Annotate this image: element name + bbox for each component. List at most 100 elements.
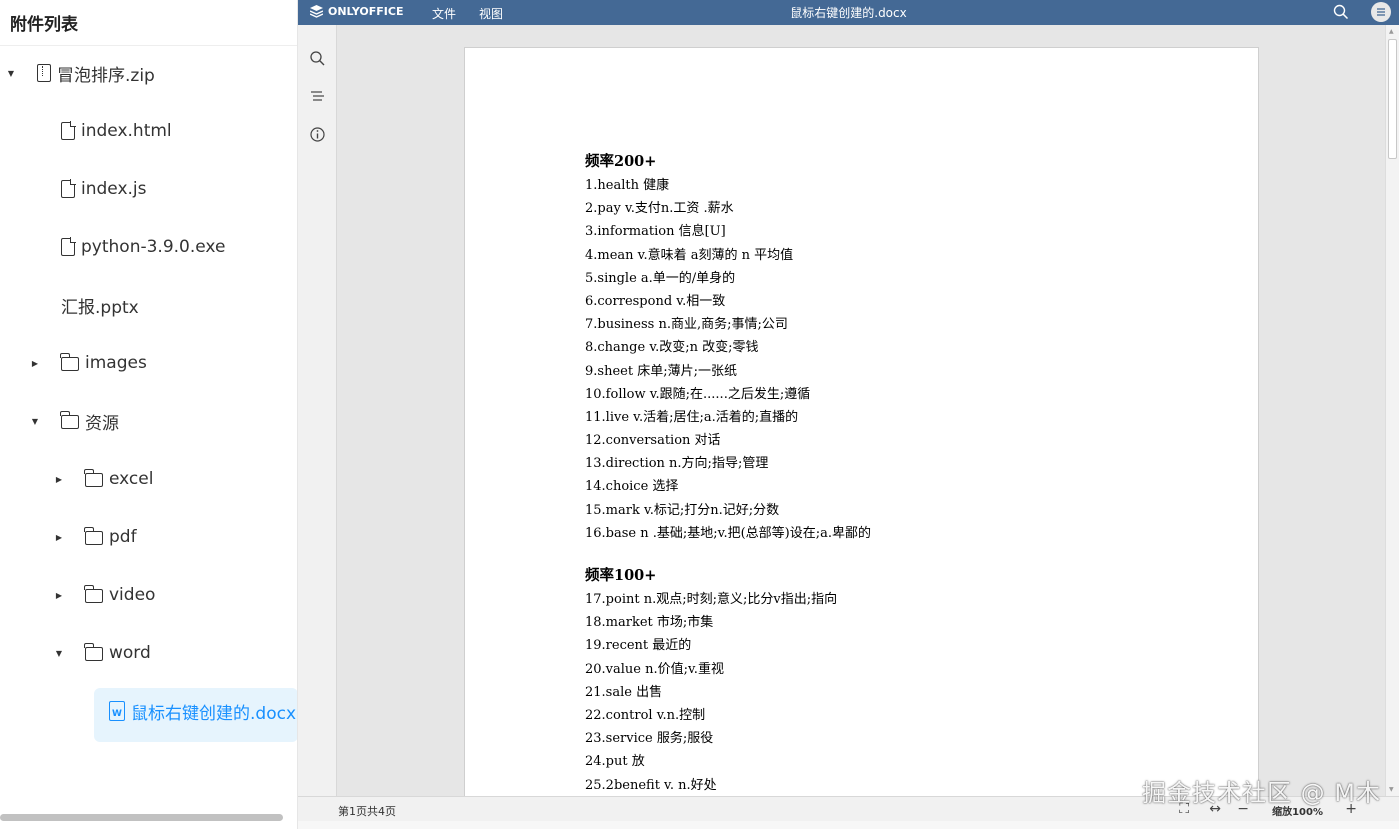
folder-icon: [60, 353, 79, 371]
tree-node: 汇报.pptx: [61, 293, 139, 318]
panel-divider: [0, 45, 297, 46]
zip-file-icon: [37, 64, 51, 82]
tree-node: W 鼠标右键创建的.docx: [109, 699, 296, 724]
doc-heading: 频率200+: [585, 153, 657, 170]
tree-folder[interactable]: ▼ 资源: [0, 398, 297, 444]
caret-spacer: [77, 705, 89, 717]
tree-node: excel: [84, 469, 154, 489]
tree-node: 资源: [60, 409, 119, 434]
tree-label: index.js: [81, 179, 147, 199]
word-file-icon: W: [109, 701, 125, 721]
tree-label: index.html: [81, 121, 172, 141]
doc-heading: 频率100+: [585, 567, 657, 584]
horizontal-scrollbar[interactable]: [0, 814, 283, 821]
caret-right-icon[interactable]: ▶: [53, 531, 65, 543]
scrollbar-thumb[interactable]: [1388, 39, 1397, 159]
vertical-scrollbar[interactable]: ▲ ▼: [1385, 25, 1399, 796]
scroll-up-icon[interactable]: ▲: [1389, 28, 1394, 35]
doc-line: 3.information 信息[U]: [585, 224, 726, 240]
file-icon: [61, 121, 76, 140]
tree-folder[interactable]: ▶ pdf: [0, 514, 297, 560]
search-icon[interactable]: [1333, 4, 1349, 20]
tree-label: pdf: [109, 527, 137, 547]
info-icon[interactable]: [309, 126, 326, 143]
tree-folder[interactable]: ▼ word: [0, 630, 297, 676]
panel-title: 附件列表: [10, 15, 78, 35]
tree-file[interactable]: index.js: [0, 166, 297, 212]
doc-line: 16.base n .基础;基地;v.把(总部等)设在;a.卑鄙的: [585, 525, 871, 541]
doc-line: 8.change v.改变;n 改变;零钱: [585, 340, 759, 356]
doc-line: 4.mean v.意味着 a刻薄的 n 平均值: [585, 247, 794, 263]
folder-icon: [60, 411, 79, 429]
doc-line: 25.2benefit v. n.好处: [585, 777, 717, 793]
caret-down-icon[interactable]: ▼: [53, 647, 65, 659]
doc-line: 1.health 健康: [585, 178, 670, 193]
caret-spacer: [29, 299, 41, 311]
doc-line: 6.correspond v.相一致: [585, 293, 726, 309]
tree-label: 资源: [85, 413, 119, 434]
page-content: 频率200+ 1.health 健康 2.pay v.支付n.工资 .薪水 3.inf…: [585, 149, 871, 796]
tree-label: 冒泡排序.zip: [57, 65, 155, 86]
page-count: 第1页共4页: [338, 805, 396, 818]
tree-label: 汇报.pptx: [61, 297, 139, 318]
tree-node: pdf: [84, 527, 137, 547]
tree-node: images: [60, 353, 147, 373]
folder-icon: [84, 469, 103, 487]
tree-node: index.js: [61, 179, 147, 199]
editor-header: ONLYOFFICE 文件 视图 鼠标右键创建的.docx: [298, 0, 1399, 25]
folder-icon: [84, 585, 103, 603]
doc-line: 9.sheet 床单;薄片;一张纸: [585, 363, 737, 379]
tree-folder[interactable]: ▶ images: [0, 340, 297, 386]
scroll-down-icon[interactable]: ▼: [1389, 786, 1394, 793]
navigation-icon[interactable]: [309, 88, 326, 105]
tree-label: images: [85, 353, 147, 373]
tree-folder[interactable]: ▶ excel: [0, 456, 297, 502]
document-page[interactable]: 频率200+ 1.health 健康 2.pay v.支付n.工资 .薪水 3.inf…: [464, 47, 1259, 796]
doc-line: 20.value n.价值;v.重视: [585, 661, 724, 677]
tree-folder[interactable]: ▶ video: [0, 572, 297, 618]
tree-node: 冒泡排序.zip: [37, 61, 155, 86]
caret-spacer: [29, 183, 41, 195]
tree-node: video: [84, 585, 156, 605]
tree-label: word: [109, 643, 151, 663]
doc-line: 12.conversation 对话: [585, 433, 721, 449]
doc-line: 23.service 服务;服役: [585, 731, 714, 747]
tree-node: python-3.9.0.exe: [61, 237, 225, 257]
caret-right-icon[interactable]: ▶: [53, 589, 65, 601]
tree-node: word: [84, 643, 151, 663]
doc-line: 22.control v.n.控制: [585, 707, 706, 723]
caret-right-icon[interactable]: ▶: [53, 473, 65, 485]
tree-file[interactable]: W 鼠标右键创建的.docx: [0, 688, 297, 742]
user-avatar[interactable]: [1371, 2, 1391, 22]
doc-line: 2.pay v.支付n.工资 .薪水: [585, 201, 734, 217]
tree-node: index.html: [61, 121, 172, 141]
tree-file[interactable]: python-3.9.0.exe: [0, 224, 297, 270]
folder-icon: [84, 527, 103, 545]
watermark: 掘金技术社区 @ M木: [1142, 779, 1381, 807]
tree-label: video: [109, 585, 156, 605]
left-toolbar: [298, 25, 337, 796]
doc-line: 17.point n.观点;时刻;意义;比分v指出;指向: [585, 592, 838, 607]
document-title: 鼠标右键创建的.docx: [790, 6, 907, 20]
doc-line: 11.live v.活着;居住;a.活着的;直播的: [585, 409, 799, 425]
tree-file[interactable]: 汇报.pptx: [0, 282, 297, 328]
search-icon[interactable]: [309, 50, 326, 67]
caret-spacer: [29, 125, 41, 137]
tree-label: excel: [109, 469, 154, 489]
tree-label: python-3.9.0.exe: [81, 237, 226, 257]
doc-line: 5.single a.单一的/单身的: [585, 270, 736, 286]
tree-label: 鼠标右键创建的.docx: [131, 703, 297, 724]
tree-file[interactable]: ▼ 冒泡排序.zip: [0, 50, 297, 96]
tree-file[interactable]: index.html: [0, 108, 297, 154]
doc-line: 14.choice 选择: [585, 479, 679, 495]
caret-spacer: [29, 241, 41, 253]
file-icon: [61, 179, 76, 198]
file-icon: [61, 237, 76, 256]
caret-down-icon[interactable]: ▼: [29, 415, 41, 427]
doc-line: 21.sale 出售: [585, 684, 663, 700]
caret-right-icon[interactable]: ▶: [29, 357, 41, 369]
document-editor: ONLYOFFICE 文件 视图 鼠标右键创建的.docx 频率200+ 1.he…: [298, 0, 1399, 829]
doc-line: 18.market 市场;市集: [585, 615, 714, 631]
caret-down-icon[interactable]: ▼: [5, 67, 17, 79]
bottom-strip: [298, 821, 1399, 829]
